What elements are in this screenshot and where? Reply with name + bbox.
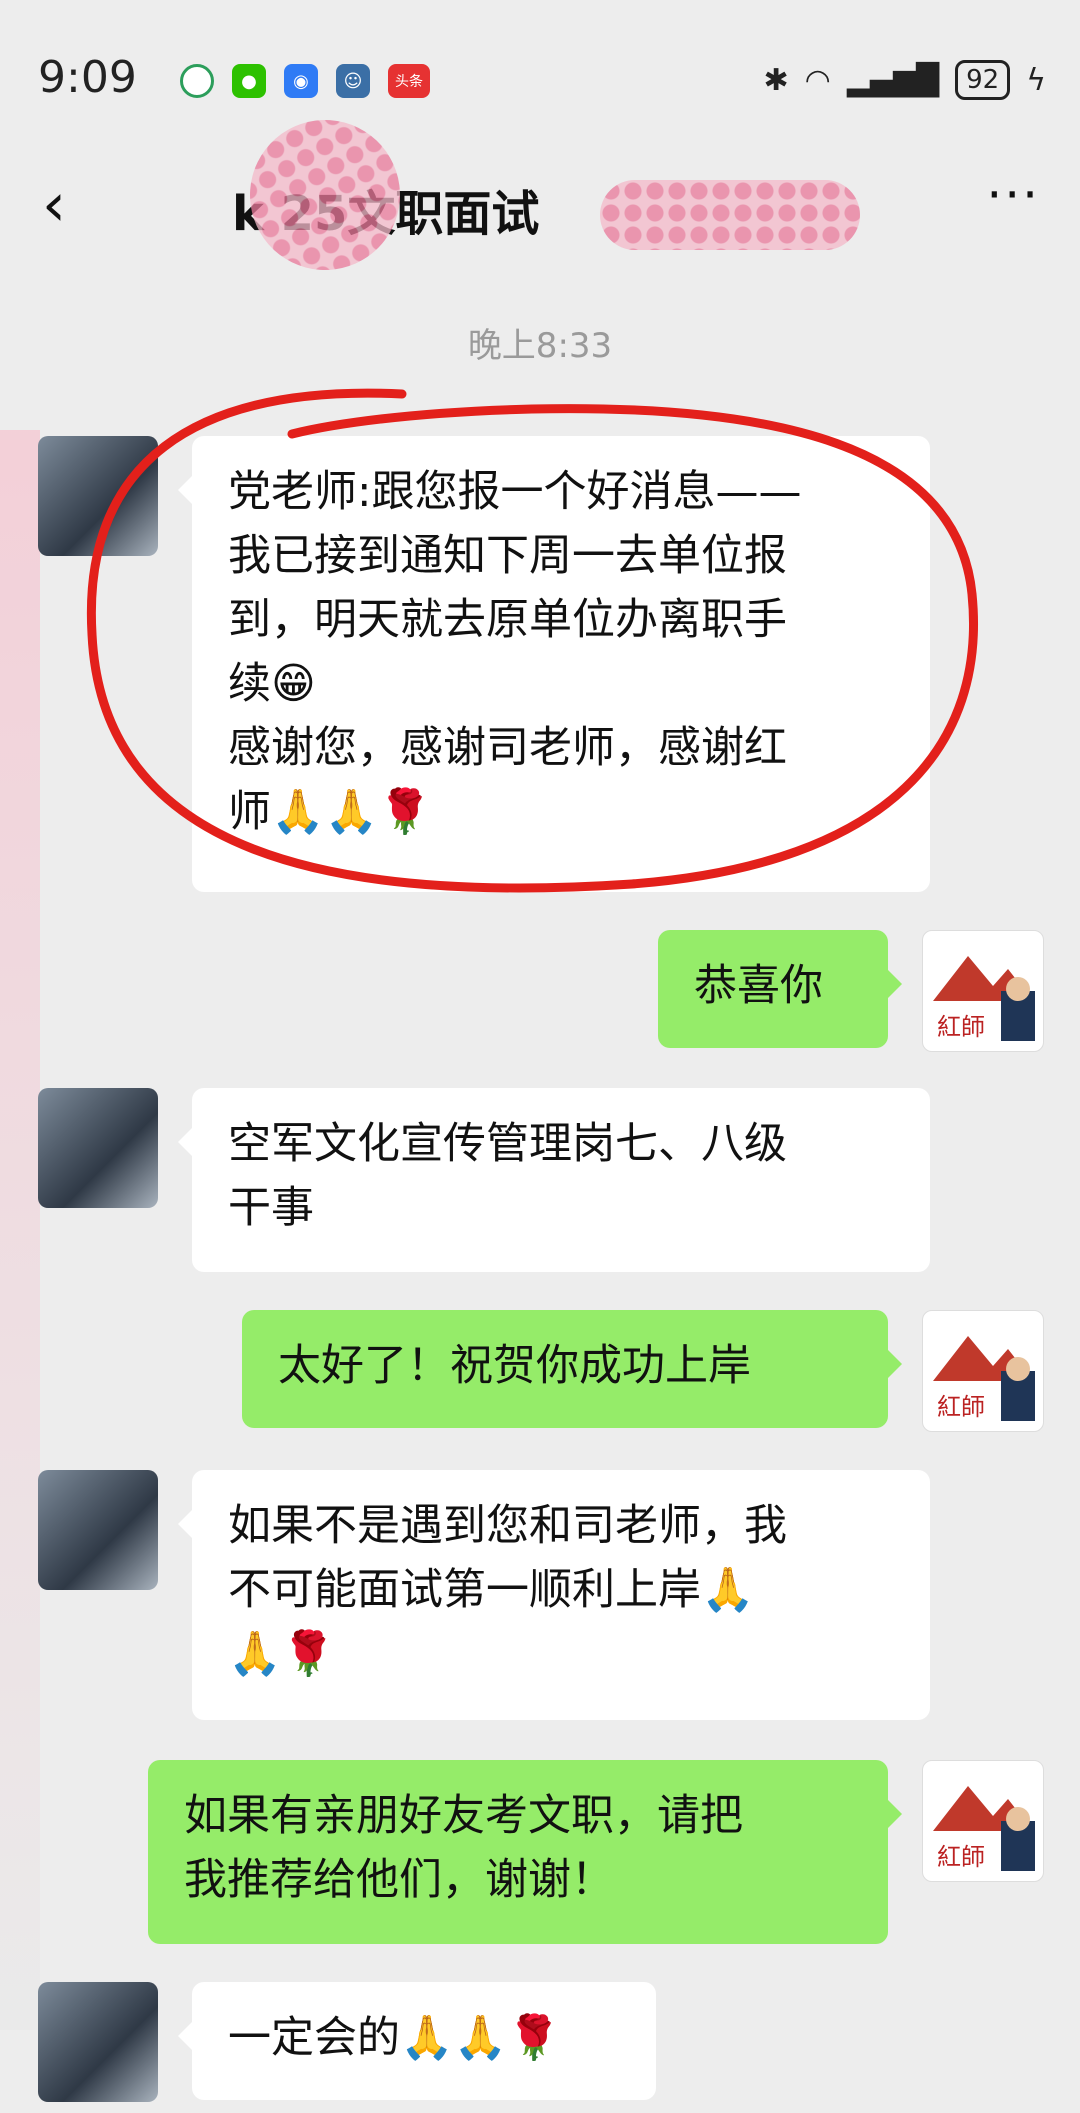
message-text: 师🙏🙏🌹 — [228, 787, 432, 837]
system-indicators: ✱ ◠ ▂▄▆█ 92 ϟ — [763, 60, 1046, 100]
profile-app-icon: ☺ — [336, 64, 370, 98]
message-bubble[interactable]: 党老师:跟您报一个好消息—— 我已接到通知下周一去单位报 到，明天就去原单位办离… — [178, 436, 930, 892]
svg-text:紅師: 紅師 — [937, 1843, 985, 1871]
message-bubble[interactable]: 恭喜你 — [658, 930, 902, 1048]
ellipsis-icon[interactable]: ··· — [986, 166, 1040, 224]
message-bubble[interactable]: 空军文化宣传管理岗七、八级 干事 — [178, 1088, 930, 1272]
wechat-icon: ● — [232, 64, 266, 98]
privacy-scribble — [600, 180, 860, 250]
logo-icon: 紅師 — [933, 1336, 1035, 1421]
message-bubble[interactable]: 如果有亲朋好友考文职，请把 我推荐给他们，谢谢！ — [148, 1760, 902, 1944]
charging-icon: ϟ — [1026, 62, 1046, 98]
message-text: 🙏🌹 — [228, 1629, 336, 1679]
blur-strip — [0, 430, 40, 2030]
message-text: 我已接到通知下周一去单位报 — [228, 531, 787, 581]
status-time: 9:09 — [38, 52, 137, 103]
message-text: 我推荐给他们，谢谢！ — [184, 1855, 614, 1905]
message-text: 感谢您，感谢司老师，感谢红 — [228, 723, 787, 773]
signal-icon: ▂▄▆█ — [846, 62, 940, 98]
message-text: 党老师:跟您报一个好消息—— — [228, 467, 802, 517]
chevron-left-icon[interactable]: ‹ — [42, 170, 66, 240]
bluetooth-icon: ✱ — [763, 62, 789, 98]
avatar[interactable]: 紅師 — [922, 930, 1044, 1052]
logo-icon: 紅師 — [933, 1786, 1035, 1871]
chat-header: ‹ k 25文职面试 ··· — [0, 92, 1080, 298]
message-text: 如果有亲朋好友考文职，请把 — [184, 1791, 743, 1841]
message-text: 一定会的🙏🙏🌹 — [228, 2013, 561, 2063]
browser-icon: ◉ — [284, 64, 318, 98]
message-text: 空军文化宣传管理岗七、八级 — [228, 1119, 787, 1169]
message-text: 如果不是遇到您和司老师，我 — [228, 1501, 787, 1551]
svg-text:紅師: 紅師 — [937, 1393, 985, 1421]
message-text: 太好了！祝贺你成功上岸 — [278, 1341, 751, 1391]
notification-icons: ● ◉ ☺ 头条 — [180, 64, 430, 98]
battery-level: 92 — [955, 60, 1011, 100]
avatar[interactable] — [38, 1088, 158, 1208]
message-text: 到，明天就去原单位办离职手 — [228, 595, 787, 645]
wifi-icon: ◠ — [804, 62, 831, 98]
message-text: 不可能面试第一顺利上岸🙏 — [228, 1565, 755, 1615]
avatar[interactable] — [38, 1470, 158, 1590]
svg-text:紅師: 紅師 — [937, 1013, 985, 1041]
avatar[interactable] — [38, 1982, 158, 2102]
avatar[interactable]: 紅師 — [922, 1310, 1044, 1432]
message-text: 干事 — [228, 1183, 314, 1233]
avatar[interactable] — [38, 436, 158, 556]
toutiao-icon: 头条 — [388, 64, 430, 98]
message-bubble[interactable]: 太好了！祝贺你成功上岸 — [242, 1310, 902, 1428]
message-text: 续😁 — [228, 659, 316, 709]
message-timestamp: 晚上8:33 — [467, 326, 613, 366]
message-bubble[interactable]: 一定会的🙏🙏🌹 — [178, 1982, 656, 2100]
search-app-icon — [180, 64, 214, 98]
message-text: 恭喜你 — [694, 961, 823, 1011]
avatar[interactable]: 紅師 — [922, 1760, 1044, 1882]
logo-icon: 紅師 — [933, 956, 1035, 1041]
message-bubble[interactable]: 如果不是遇到您和司老师，我 不可能面试第一顺利上岸🙏 🙏🌹 — [178, 1470, 930, 1720]
